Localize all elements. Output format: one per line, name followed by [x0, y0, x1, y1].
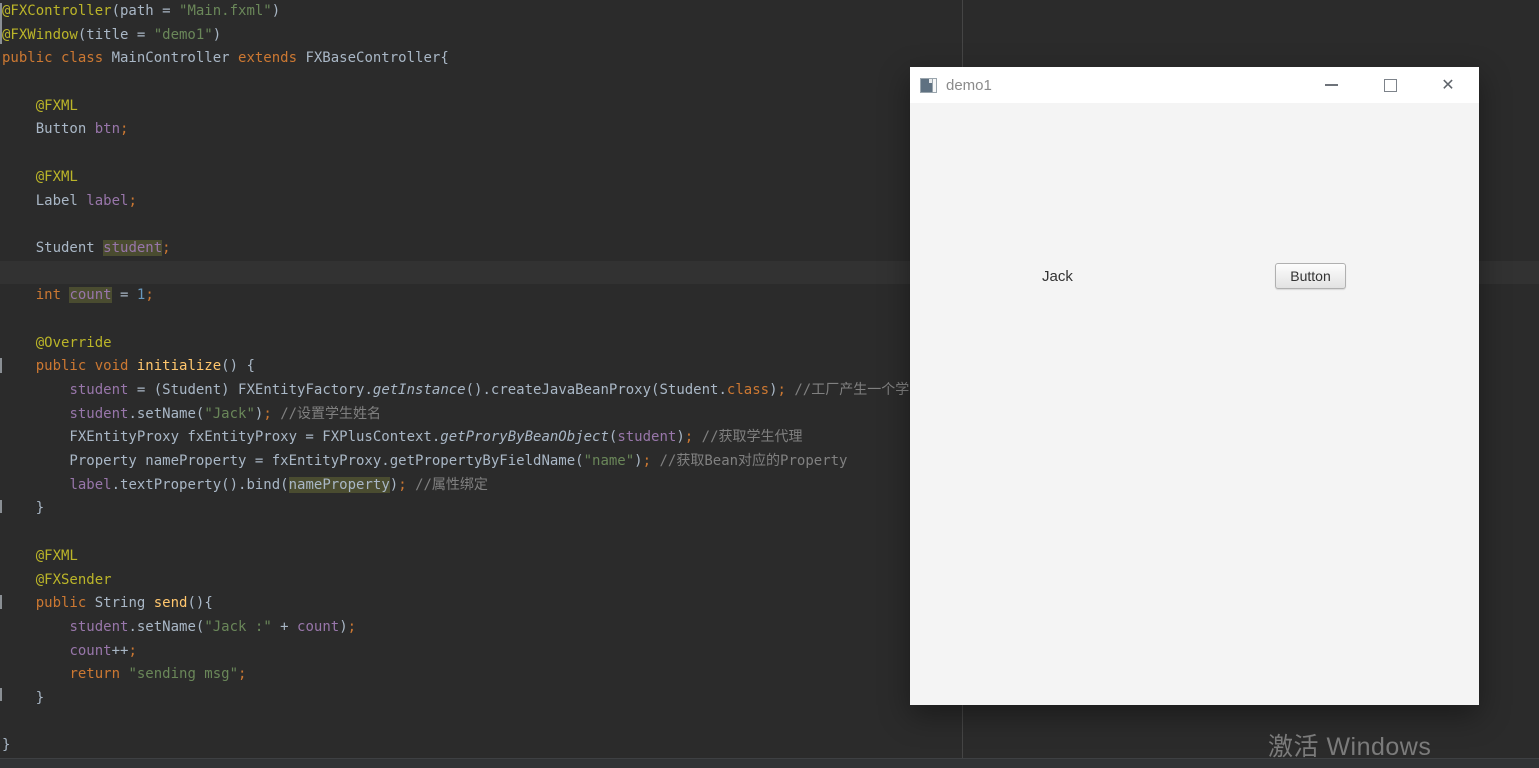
- editor-bottom-strip: [0, 758, 1539, 768]
- code-line[interactable]: [0, 711, 1539, 735]
- window-title: demo1: [946, 77, 992, 94]
- minimize-icon: [1325, 84, 1338, 86]
- window-content: Jack Button: [910, 103, 1479, 705]
- name-label: Jack: [1042, 268, 1073, 285]
- close-icon: ✕: [1441, 77, 1454, 93]
- close-button[interactable]: ✕: [1425, 67, 1471, 103]
- app-window-icon[interactable]: [920, 78, 937, 93]
- gutter-mark: [0, 500, 2, 513]
- maximize-icon: [1384, 79, 1397, 92]
- gutter-mark: [0, 358, 2, 373]
- gutter-mark: [0, 688, 2, 701]
- code-line[interactable]: @FXWindow(title = "demo1"): [0, 24, 1539, 48]
- minimize-button[interactable]: [1308, 67, 1354, 103]
- send-button[interactable]: Button: [1275, 263, 1346, 289]
- demo1-window: demo1 ✕ Jack Button: [910, 67, 1479, 705]
- window-titlebar[interactable]: demo1 ✕: [910, 67, 1479, 103]
- code-line[interactable]: @FXController(path = "Main.fxml"): [0, 0, 1539, 24]
- gutter-mark: [0, 595, 2, 609]
- code-line[interactable]: }: [0, 734, 1539, 758]
- maximize-button[interactable]: [1367, 67, 1413, 103]
- gutter-mark: [0, 3, 2, 44]
